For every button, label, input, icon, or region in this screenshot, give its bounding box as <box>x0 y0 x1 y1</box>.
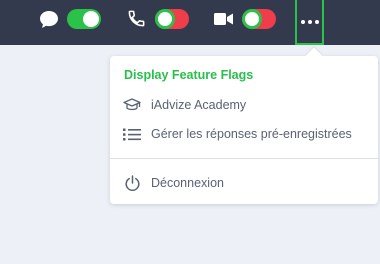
menu-divider <box>110 158 378 159</box>
video-toggle[interactable] <box>242 9 276 29</box>
power-icon <box>123 174 141 192</box>
top-bar <box>0 0 380 45</box>
chat-bubble-icon <box>40 11 58 28</box>
chat-toggle-knob <box>83 11 99 27</box>
menu-item-label: Gérer les réponses pré-enregistrées <box>151 127 352 141</box>
menu-item-canned-responses[interactable]: Gérer les réponses pré-enregistrées <box>110 121 378 147</box>
graduation-cap-icon <box>123 96 141 114</box>
menu-item-logout[interactable]: Déconnexion <box>110 170 378 196</box>
more-horizontal-icon <box>307 19 312 24</box>
more-horizontal-icon <box>314 19 319 24</box>
more-horizontal-icon <box>300 19 305 24</box>
video-toggle-knob <box>242 9 262 29</box>
menu-item-label: Déconnexion <box>151 176 224 190</box>
phone-toggle-knob <box>155 9 175 29</box>
dropdown-caret <box>305 47 323 65</box>
more-options-button[interactable] <box>295 0 324 45</box>
chat-toggle[interactable] <box>67 9 101 29</box>
phone-toggle[interactable] <box>155 9 189 29</box>
menu-item-academy[interactable]: iAdvize Academy <box>110 92 378 118</box>
options-dropdown: Display Feature Flags iAdvize Academy Gé… <box>110 47 378 204</box>
menu-item-label: iAdvize Academy <box>151 98 247 112</box>
display-feature-flags-link[interactable]: Display Feature Flags <box>124 68 253 82</box>
phone-icon <box>128 10 145 27</box>
list-icon <box>123 125 141 143</box>
page: Display Feature Flags iAdvize Academy Gé… <box>0 0 380 264</box>
video-camera-icon <box>214 13 233 25</box>
